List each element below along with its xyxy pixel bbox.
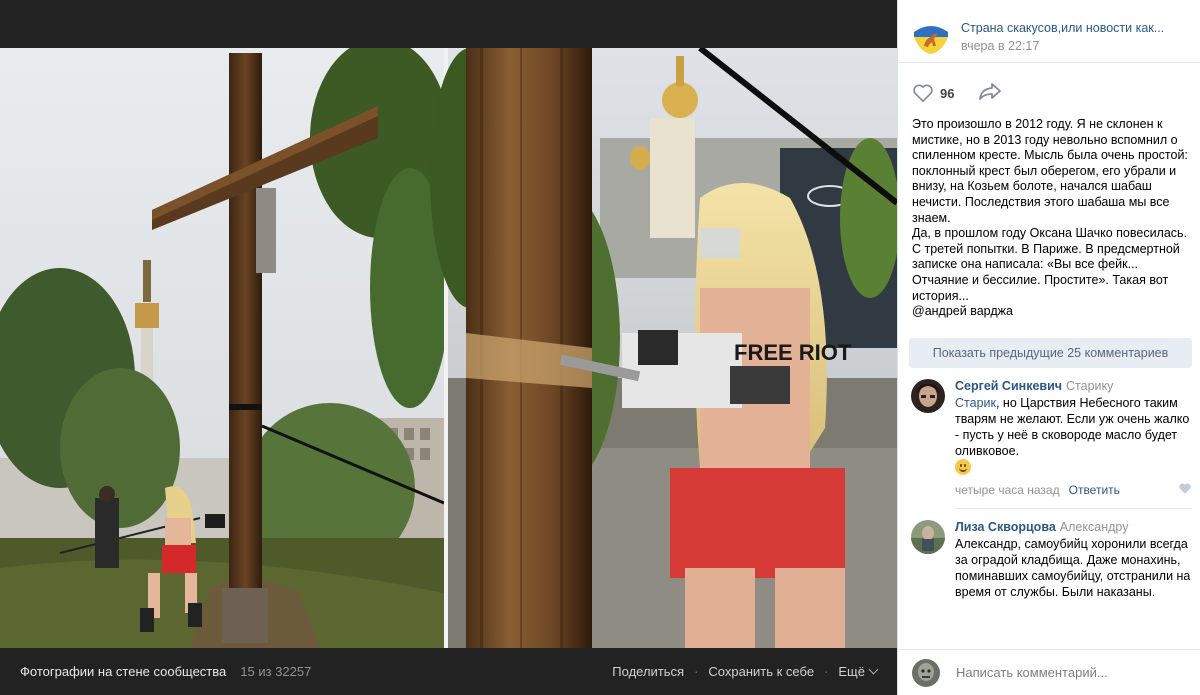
community-avatar[interactable] [912,18,950,56]
comment: Лиза Скворцова Александру Александр, само… [898,509,1200,600]
avatar[interactable] [911,378,945,413]
chevron-down-icon [868,664,879,675]
kangaroo-logo-icon [912,18,950,56]
post-paragraph: Да, в прошлом году Оксана Шачко повесила… [912,226,1188,303]
photo-counter: 15 из 32257 [240,664,312,679]
comment-addressee[interactable]: Старик [955,396,996,410]
separator-dot: · [694,664,699,679]
post-actions: 96 [898,63,1200,113]
share-button[interactable]: Поделиться [612,664,684,679]
comment-like-button[interactable] [1178,482,1192,498]
save-button[interactable]: Сохранить к себе [708,664,814,679]
separator-dot: · [824,664,829,679]
show-previous-comments-button[interactable]: Показать предыдущие 25 комментариев [909,337,1192,368]
album-link[interactable]: Фотографии на стене сообщества [20,664,226,679]
viewer-actions: Поделиться · Сохранить к себе · Ещё [612,664,879,679]
photo-body-text: FREE RIOT [734,340,852,365]
heart-icon [1179,483,1191,494]
more-button[interactable]: Ещё [838,664,879,679]
share-arrow-icon [979,82,1002,100]
viewer-bottom-bar: Фотографии на стене сообщества 15 из 322… [0,648,897,695]
post-header: Страна скакусов,или новости как... вчера… [898,0,1200,62]
like-count: 96 [940,85,955,101]
photo[interactable]: FREE RIOT [0,48,897,648]
comment-time[interactable]: четыре часа назад [955,483,1060,497]
user-photo-icon [911,519,945,554]
current-user-avatar[interactable] [912,658,940,687]
post-panel: Страна скакусов,или новости как... вчера… [897,0,1200,695]
comment-text: Старик, но Царствия Небесного таким твар… [955,395,1192,476]
photo-image: FREE RIOT [0,48,897,648]
comment-reply-to[interactable]: Александру [1060,520,1129,534]
smile-emoji-icon [955,458,971,475]
reply-button[interactable]: Ответить [1069,483,1120,497]
community-name[interactable]: Страна скакусов,или новости как... [961,21,1164,35]
comment-reply-to[interactable]: Старику [1066,379,1113,393]
comment: Сергей Синкевич Старику Старик, но Царств… [898,368,1200,498]
comment-input[interactable]: Написать комментарий... [956,665,1108,680]
comment-compose-bar: Написать комментарий... [898,649,1200,695]
like-button[interactable]: 96 [912,83,954,103]
share-post-button[interactable] [978,81,1002,106]
more-label: Ещё [838,664,865,679]
comment-author[interactable]: Лиза Скворцова [955,520,1056,534]
post-mention[interactable]: @андрей варджа [912,304,1188,320]
user-photo-icon [912,658,940,687]
post-paragraph: Это произошло в 2012 году. Я не склонен … [912,117,1188,225]
heart-icon [913,84,933,102]
post-time[interactable]: вчера в 22:17 [961,39,1164,53]
comment-text: Александр, самоубийц хоронили всегда за … [955,536,1191,599]
comment-author[interactable]: Сергей Синкевич [955,379,1062,393]
user-photo-icon [911,378,945,413]
photo-viewer: FREE RIOT Фотографии на стене сообщества… [0,0,897,695]
post-text: Это произошло в 2012 году. Я не склонен … [898,113,1200,320]
avatar[interactable] [911,519,945,554]
